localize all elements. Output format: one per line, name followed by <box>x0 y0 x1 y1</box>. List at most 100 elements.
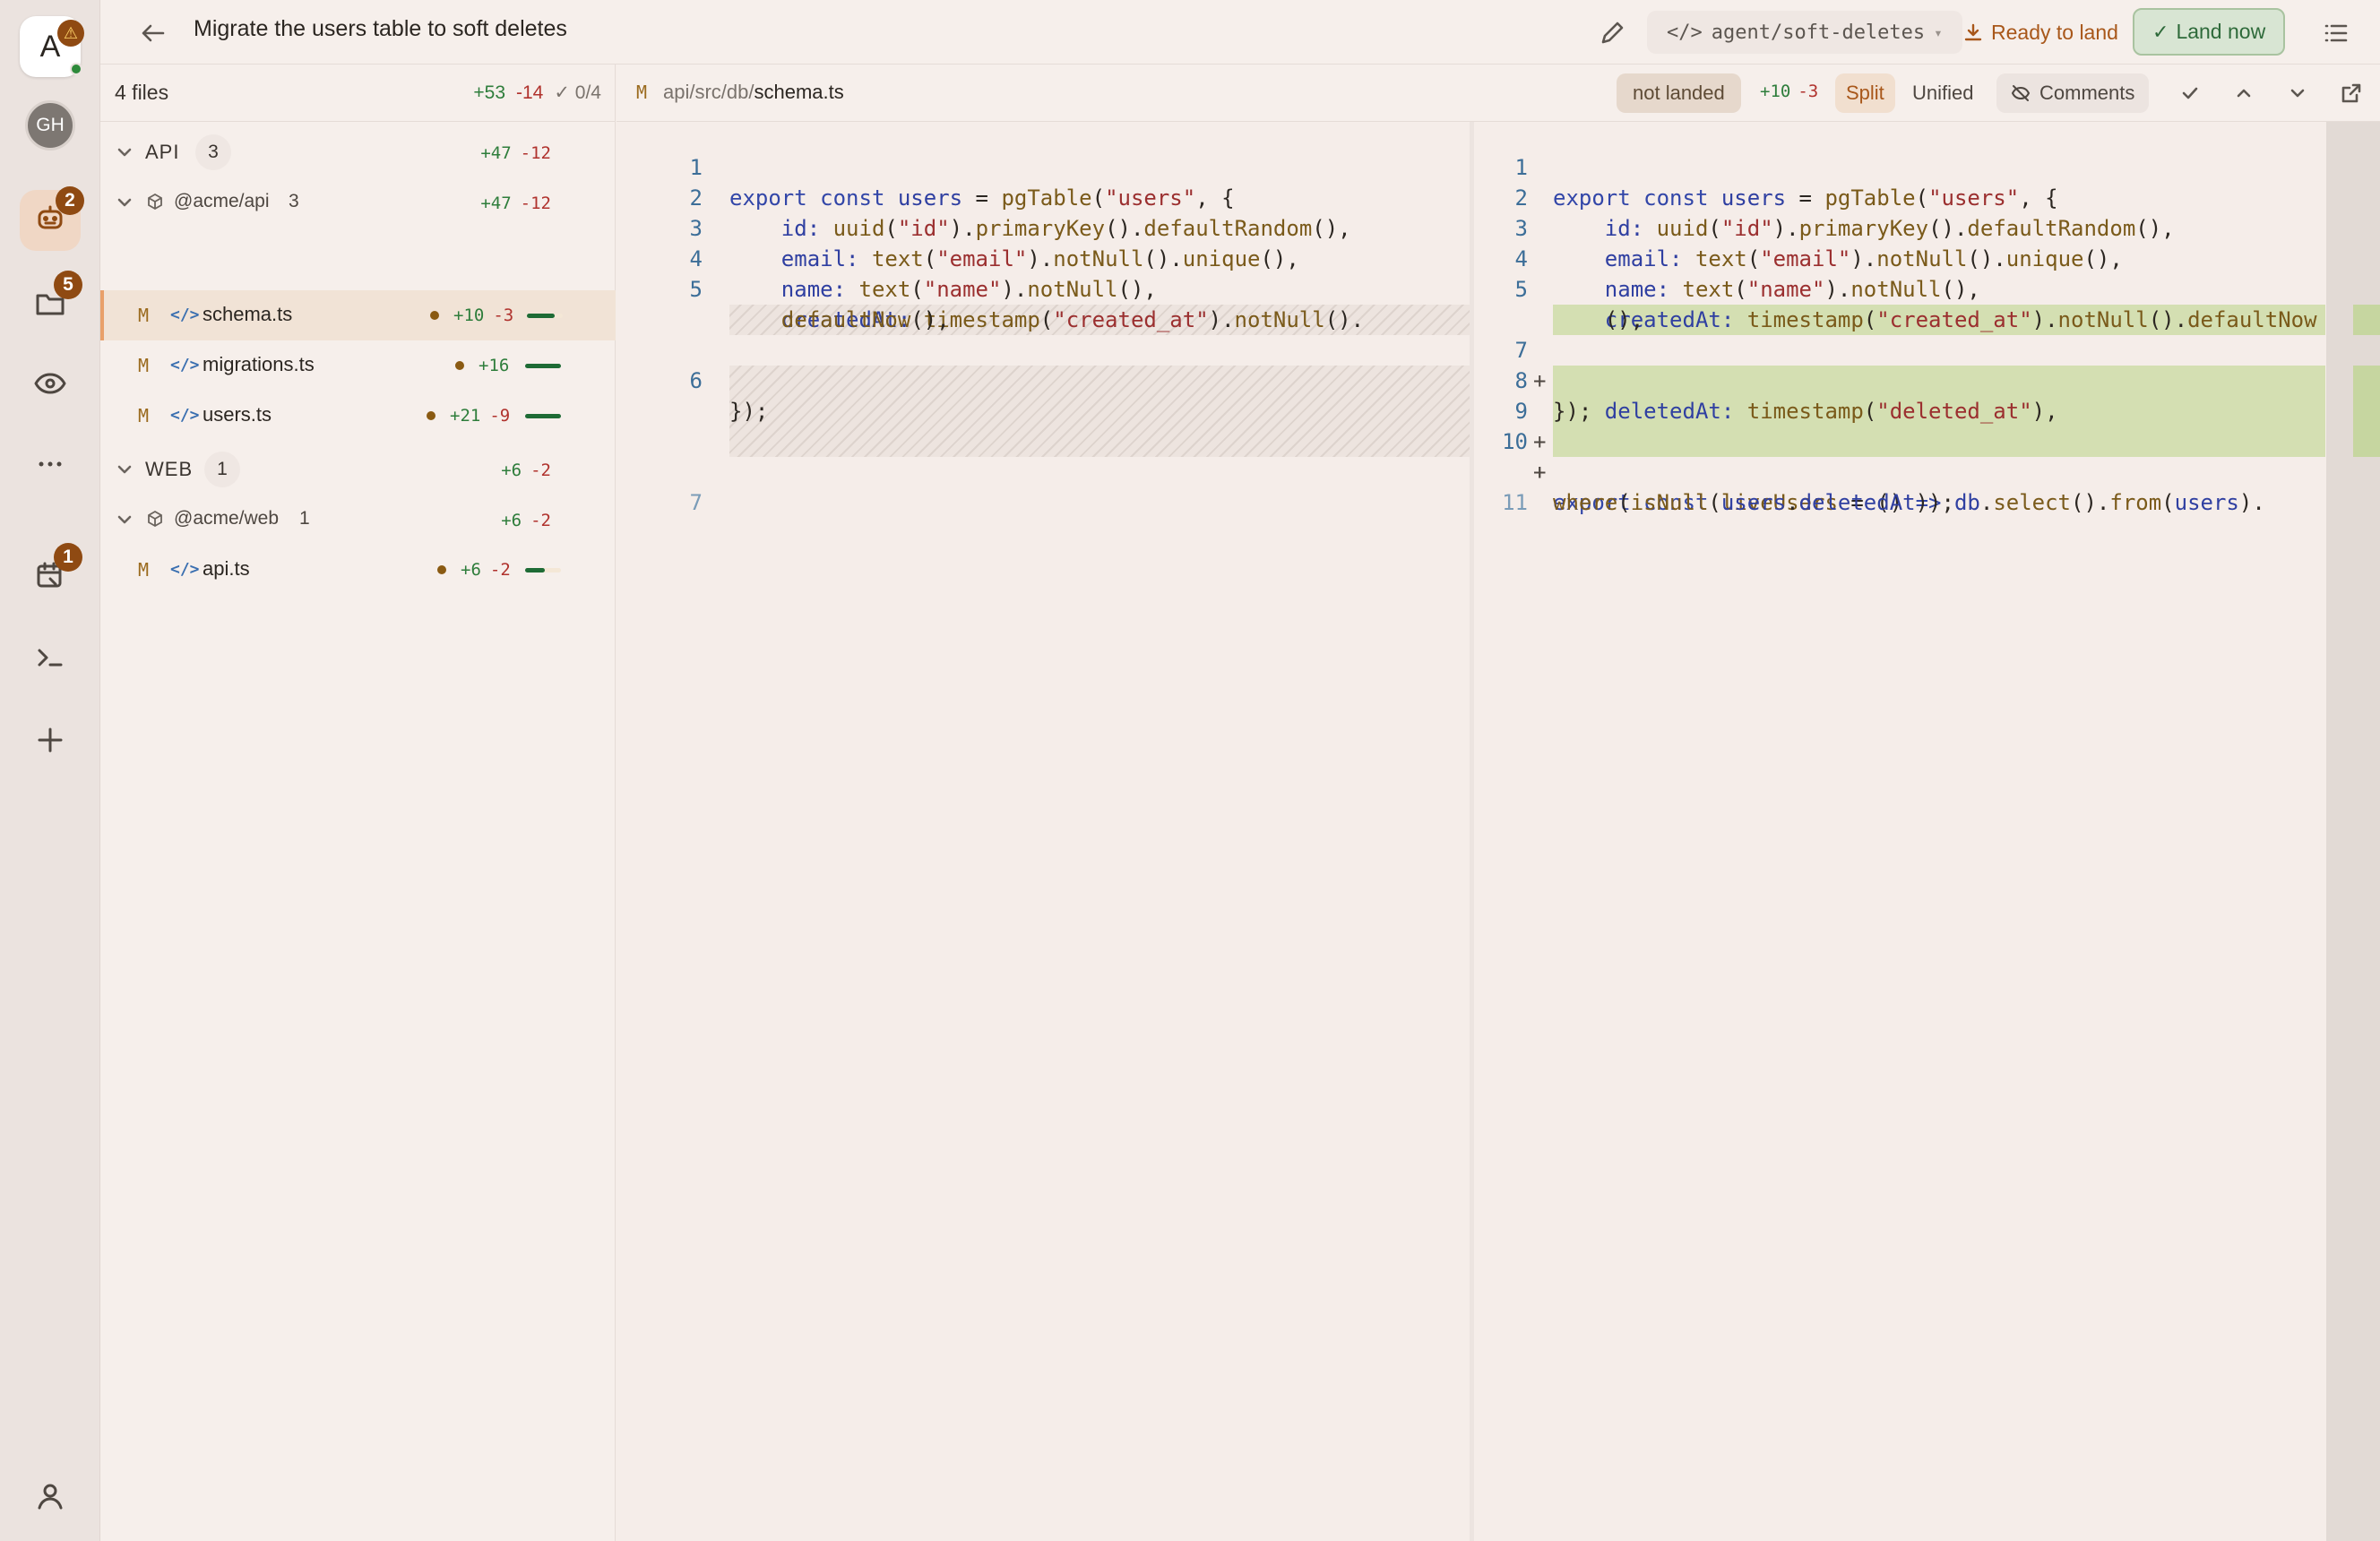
unreviewed-dot <box>437 565 446 574</box>
land-status-badge: not landed <box>1617 73 1741 113</box>
group-deletions: -2 <box>530 461 551 480</box>
file-row-users[interactable]: M </> users.ts +21 -9 <box>100 391 616 441</box>
file-status: M <box>138 355 150 376</box>
download-icon <box>1962 22 1984 43</box>
arrow-left-icon <box>136 24 170 54</box>
change-bar <box>525 414 561 418</box>
comments-toggle[interactable]: Comments <box>1996 73 2150 113</box>
file-status: M <box>138 405 150 426</box>
package-additions: +6 <box>501 511 522 530</box>
package-acme-web[interactable]: @acme/web 1 +6 -2 <box>100 495 616 545</box>
page-title: Migrate the users table to soft deletes <box>194 16 567 41</box>
terminal-button[interactable] <box>20 629 81 690</box>
file-additions: +10 <box>453 306 485 325</box>
diff-minimap[interactable] <box>2326 122 2380 1541</box>
file-status: M <box>138 305 150 326</box>
file-row-api[interactable]: M </> api.ts +6 -2 <box>100 545 616 595</box>
ready-label: Ready to land <box>1991 20 2118 44</box>
user-avatar[interactable]: GH <box>20 95 81 156</box>
more-button[interactable] <box>20 435 81 496</box>
workspace-logo[interactable]: A ⚠ <box>20 16 84 77</box>
total-additions: +53 <box>473 82 505 103</box>
file-status: M <box>138 559 150 581</box>
code-line: 6 }); <box>617 335 1470 424</box>
ready-to-land-button[interactable]: Ready to land <box>1962 11 2118 54</box>
terminal-icon <box>32 640 68 680</box>
group-label: WEB <box>145 458 194 480</box>
split-view-button[interactable]: Split <box>1835 73 1895 113</box>
new-button[interactable] <box>20 711 81 772</box>
group-web[interactable]: WEB 1 +6 -2 <box>100 444 616 495</box>
package-acme-api[interactable]: @acme/api 3 +47 -12 <box>100 177 616 228</box>
code-line: 2 id: uuid("id").primaryKey().defaultRan… <box>617 152 1470 241</box>
code-line: (), <box>1553 307 1644 332</box>
code-line: 11 <box>1474 457 2325 515</box>
avatar-initials: GH <box>36 115 65 135</box>
back-button[interactable] <box>136 16 170 50</box>
diff-path-prefix: api/src/db/ <box>663 81 755 103</box>
tasks-button[interactable]: 1 <box>20 543 82 607</box>
more-icon <box>32 446 68 486</box>
chevron-down-icon <box>116 144 133 160</box>
file-row-migrations[interactable]: M </> migrations.ts +16 <box>100 340 616 391</box>
file-deletions: -3 <box>493 306 514 325</box>
code-icon: </> <box>1667 21 1703 44</box>
file-tree: 4 files +53 -14 ✓ 0/4 API 3 +47 -12 @acm… <box>100 65 616 1541</box>
edit-title-button[interactable] <box>1595 16 1629 50</box>
package-count: 1 <box>299 508 310 529</box>
mark-reviewed-button[interactable] <box>2177 81 2203 106</box>
diff-path-file: schema.ts <box>754 81 844 103</box>
review-button[interactable] <box>20 355 81 416</box>
user-icon <box>32 1478 68 1519</box>
top-bar: Migrate the users table to soft deletes … <box>100 0 2380 65</box>
change-bar <box>527 314 555 318</box>
online-dot <box>70 63 82 75</box>
check-icon: ✓ <box>2152 20 2169 43</box>
land-now-button[interactable]: ✓ Land now <box>2133 8 2286 56</box>
diff-header: M api/src/db/schema.ts not landed +10 -3… <box>617 65 2380 122</box>
package-icon <box>145 509 165 529</box>
change-bar <box>525 568 545 572</box>
diff-left-pane: 1 export const users = pgTable("users", … <box>617 122 1470 1541</box>
package-label: @acme/web <box>174 508 280 529</box>
group-stats: +6 -2 <box>501 461 551 480</box>
diff-deletions: -3 <box>1798 82 1819 101</box>
comments-label: Comments <box>2039 82 2135 104</box>
review-progress: ✓ 0/4 <box>554 82 601 103</box>
code-line: 4 name: text("name").notNull(), <box>617 213 1470 302</box>
account-button[interactable] <box>20 1468 81 1528</box>
file-stats: +6 -2 <box>461 560 511 580</box>
warning-icon: ⚠ <box>57 20 84 47</box>
package-stats: +47 -12 <box>480 194 551 213</box>
code-line: 4 name: text("name").notNull(), <box>1474 213 2325 302</box>
tree-stats: +53 -14 ✓ 0/4 <box>473 82 601 104</box>
file-name: migrations.ts <box>203 353 315 375</box>
previous-file-button[interactable] <box>2231 81 2256 106</box>
branch-selector[interactable]: </> agent/soft-deletes ▾ <box>1647 11 1962 54</box>
package-deletions: -2 <box>530 511 551 530</box>
added-code-line: 10 + export const liveUsers = () => db.s… <box>1474 396 2325 515</box>
pencil-icon <box>1595 22 1629 54</box>
avatar: GH <box>25 100 75 151</box>
code-line: defaultNow(), <box>780 307 950 332</box>
code-line: 3 email: text("email").notNull().unique(… <box>617 183 1470 271</box>
file-row-schema[interactable]: M </> schema.ts +10 -3 <box>100 290 616 340</box>
code-line: 8 }); <box>1474 335 2325 424</box>
check-icon <box>2177 87 2203 109</box>
code-line: 1 export const users = pgTable("users", … <box>1474 122 2325 211</box>
files-button[interactable]: 5 <box>20 271 82 335</box>
file-additions: +16 <box>479 356 510 375</box>
files-count: 4 files <box>115 81 169 104</box>
open-external-button[interactable] <box>2339 81 2364 106</box>
code-line: 2 id: uuid("id").primaryKey().defaultRan… <box>1474 152 2325 241</box>
outline-menu-button[interactable] <box>2319 16 2353 50</box>
review-progress-value: 0/4 <box>574 82 601 103</box>
group-api[interactable]: API 3 +47 -12 <box>100 127 616 177</box>
unified-view-button[interactable]: Unified <box>1912 82 1973 105</box>
added-code-line: 9 + <box>1474 366 2325 454</box>
total-deletions: -14 <box>516 82 544 103</box>
agents-button[interactable]: 2 <box>20 186 84 251</box>
chevron-down-icon <box>2285 89 2310 109</box>
code-file-icon: </> <box>170 306 200 324</box>
next-file-button[interactable] <box>2285 81 2310 106</box>
